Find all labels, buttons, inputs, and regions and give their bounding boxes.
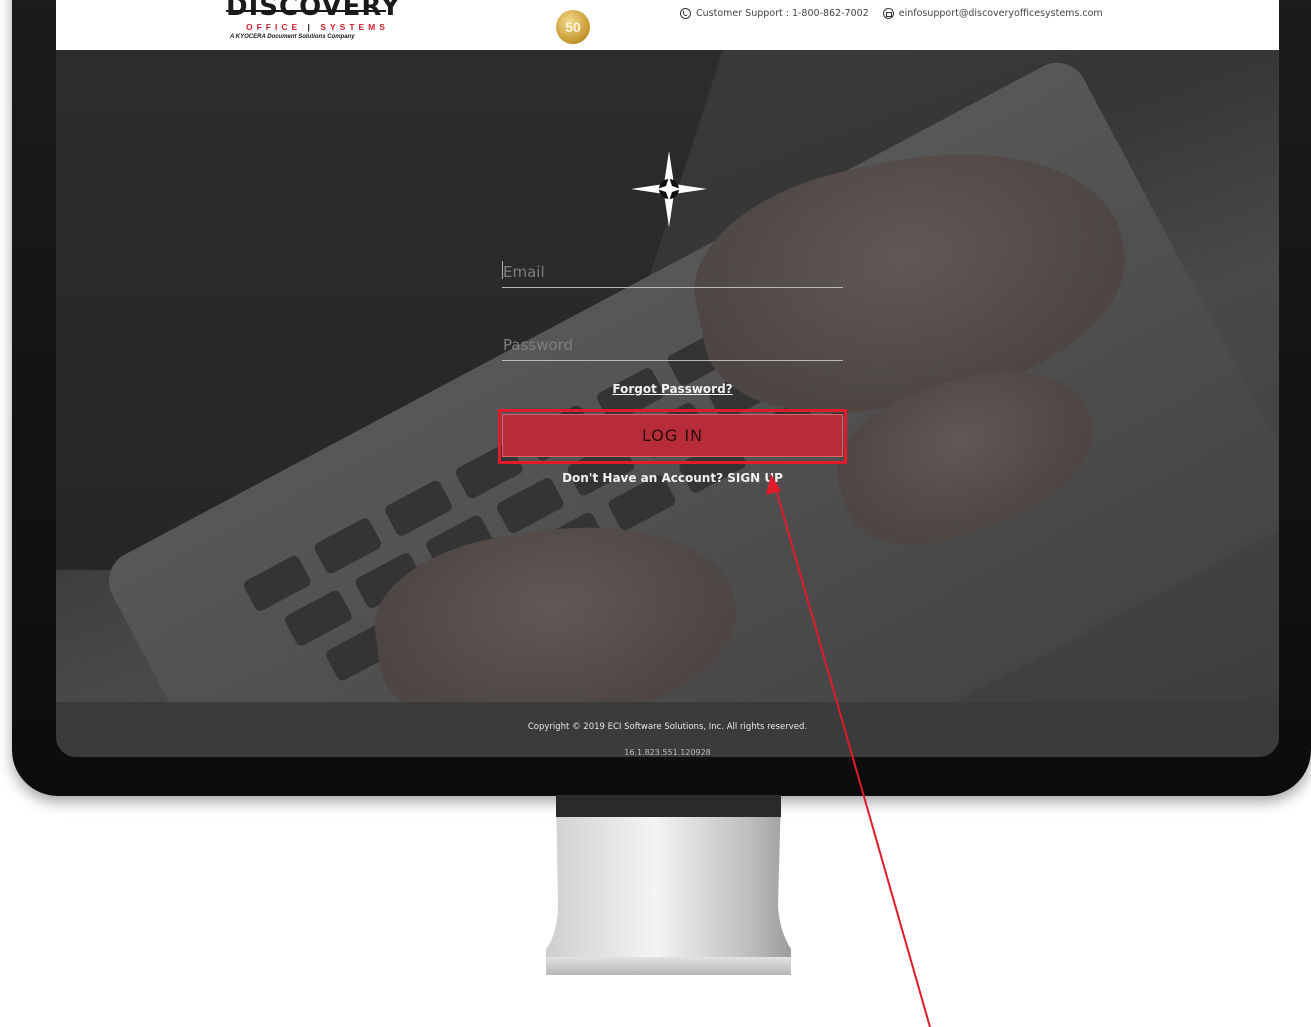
password-placeholder: Password (503, 336, 574, 354)
email-icon (882, 8, 894, 19)
email-placeholder: Email (503, 263, 545, 281)
anniversary-badge: 50 (556, 10, 590, 44)
phone-icon (680, 8, 691, 19)
forgot-password-link[interactable]: Forgot Password? (502, 382, 843, 396)
login-highlight-box (498, 409, 847, 464)
logo-subtitle: OFFICE | SYSTEMS (246, 22, 389, 32)
password-field[interactable]: Password (502, 322, 843, 361)
top-header: DISCOVERY OFFICE | SYSTEMS A KYOCERA Doc… (56, 0, 1279, 50)
logo-sub-left: OFFICE (246, 22, 302, 32)
logo-rule (226, 10, 386, 12)
sparkle-cursor-icon (631, 151, 707, 227)
logo-sub-right: SYSTEMS (320, 22, 389, 32)
support-phone[interactable]: Customer Support : 1-800-862-7002 (696, 8, 869, 19)
logo-sub-divider: | (307, 22, 314, 32)
logo-tagline: A KYOCERA Document Solutions Company (230, 34, 355, 40)
monitor-screen: DISCOVERY OFFICE | SYSTEMS A KYOCERA Doc… (56, 0, 1279, 757)
version-text: 16.1.823.551.120928 (624, 748, 711, 757)
company-logo[interactable]: DISCOVERY OFFICE | SYSTEMS A KYOCERA Doc… (226, 0, 590, 46)
copyright-text: Copyright © 2019 ECI Software Solutions,… (527, 722, 808, 732)
page-footer: Copyright © 2019 ECI Software Solutions,… (56, 702, 1279, 757)
email-field[interactable]: Email (502, 249, 843, 288)
monitor-stand (546, 795, 791, 975)
signup-link[interactable]: Don't Have an Account? SIGN UP (502, 471, 843, 485)
contact-info: Customer Support : 1-800-862-7002 einfos… (680, 8, 1103, 19)
support-email[interactable]: einfosupport@discoveryofficesystems.com (899, 8, 1103, 19)
